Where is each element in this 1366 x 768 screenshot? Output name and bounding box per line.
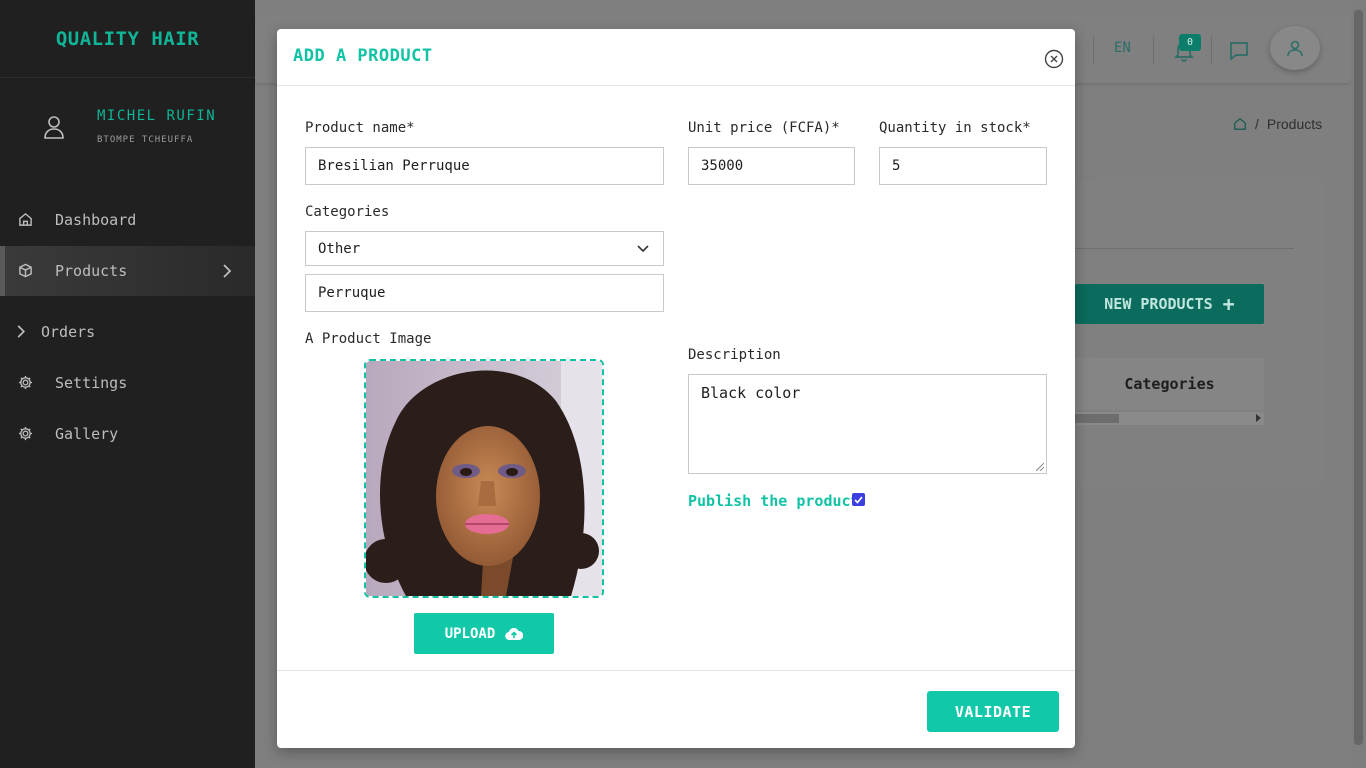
chevron-right-icon	[223, 264, 232, 278]
check-icon	[854, 495, 863, 504]
user-name: MICHEL RUFIN	[97, 108, 217, 124]
product-image-label: A Product Image	[305, 331, 432, 347]
sidebar-item-gallery[interactable]: Gallery	[0, 409, 255, 459]
unit-price-input[interactable]: 35000	[688, 147, 855, 185]
add-product-modal: ADD A PRODUCT Product name* Bresilian Pe…	[277, 29, 1075, 748]
divider	[1153, 36, 1154, 64]
product-name-label: Product name*	[305, 120, 415, 136]
sidebar-item-label: Gallery	[55, 425, 119, 443]
home-icon	[19, 212, 32, 226]
horizontal-scrollbar[interactable]	[1075, 412, 1264, 425]
new-products-label: NEW PRODUCTS	[1104, 295, 1213, 313]
gear-icon	[18, 375, 33, 390]
user-profile: MICHEL RUFIN BTOMPE TCHEUFFA	[0, 100, 255, 160]
sidebar-item-label: Dashboard	[55, 211, 137, 229]
upload-label: UPLOAD	[444, 625, 496, 642]
language-switcher[interactable]: EN	[1114, 40, 1131, 56]
user-icon	[1287, 40, 1303, 57]
upload-button[interactable]: UPLOAD	[414, 613, 554, 654]
unit-price-label: Unit price (FCFA)*	[688, 120, 840, 136]
product-name-input[interactable]: Bresilian Perruque	[305, 147, 664, 185]
categories-select[interactable]: Other	[305, 231, 664, 266]
sidebar-item-products[interactable]: Products	[0, 246, 255, 296]
new-products-button[interactable]: NEW PRODUCTS +	[1075, 284, 1264, 324]
home-icon[interactable]	[1233, 117, 1247, 131]
notification-badge: 0	[1179, 34, 1201, 51]
description-label: Description	[688, 347, 781, 363]
scroll-right-arrow[interactable]	[1256, 414, 1261, 422]
breadcrumb-separator: /	[1255, 116, 1259, 132]
sidebar-item-label: Settings	[55, 374, 128, 392]
account-button[interactable]	[1270, 26, 1320, 70]
vertical-scrollbar[interactable]	[1351, 0, 1366, 768]
sidebar-item-dashboard[interactable]: Dashboard	[0, 195, 255, 245]
table-header-categories[interactable]: Categories	[1075, 358, 1264, 410]
sidebar-item-label: Orders	[41, 323, 96, 341]
chat-icon[interactable]	[1228, 40, 1250, 62]
user-icon	[44, 116, 64, 139]
publish-label: Publish the product	[688, 492, 860, 510]
scrollbar-thumb[interactable]	[1354, 10, 1363, 745]
chevron-right-icon	[17, 325, 26, 338]
sidebar-item-settings[interactable]: Settings	[0, 358, 255, 408]
divider	[1093, 36, 1094, 64]
close-icon[interactable]	[1044, 49, 1064, 69]
divider	[1211, 36, 1212, 64]
description-textarea[interactable]: Black color	[688, 374, 1047, 474]
sidebar-item-label: Products	[55, 262, 128, 280]
product-photo	[366, 361, 602, 596]
cloud-upload-icon	[505, 627, 524, 640]
box-icon	[19, 263, 32, 278]
scrollbar-thumb[interactable]	[1075, 414, 1119, 423]
description-value: Black color	[701, 384, 801, 402]
brand-logo[interactable]: QUALITY HAIR	[0, 0, 255, 78]
categories-label: Categories	[305, 204, 390, 220]
gear-icon	[18, 426, 33, 441]
breadcrumb: / Products	[1233, 116, 1322, 132]
modal-footer-divider	[277, 670, 1075, 671]
validate-button[interactable]: VALIDATE	[927, 691, 1059, 732]
modal-header: ADD A PRODUCT	[277, 29, 1075, 86]
breadcrumb-current: Products	[1266, 116, 1323, 132]
sidebar-item-orders[interactable]: Orders	[0, 307, 255, 357]
resize-grip-icon[interactable]	[1036, 463, 1044, 471]
category-custom-input[interactable]: Perruque	[305, 274, 664, 312]
chevron-down-icon	[637, 245, 649, 253]
categories-selected-value: Other	[318, 240, 361, 257]
publish-checkbox[interactable]	[852, 493, 865, 506]
modal-title: ADD A PRODUCT	[293, 46, 433, 66]
product-image-preview[interactable]	[364, 359, 604, 598]
user-subtitle: BTOMPE TCHEUFFA	[97, 135, 194, 145]
quantity-label: Quantity in stock*	[879, 120, 1031, 136]
quantity-input[interactable]: 5	[879, 147, 1047, 185]
sidebar: QUALITY HAIR MICHEL RUFIN BTOMPE TCHEUFF…	[0, 0, 255, 768]
plus-icon: +	[1222, 292, 1235, 316]
